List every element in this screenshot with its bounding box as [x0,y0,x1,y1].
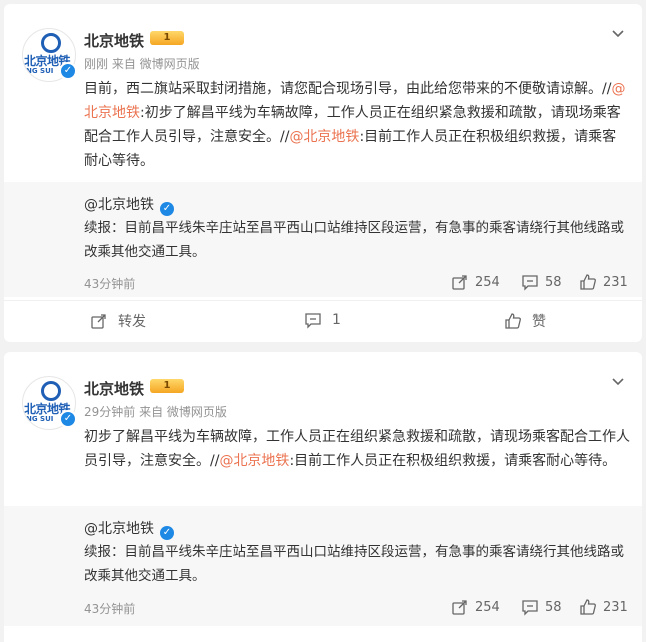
username[interactable]: 北京地铁 [84,378,144,399]
post-text: 初步了解昌平线为车辆故障，工作人员正在组织紧急救援和疏散，请现场乘客配合工作人员… [84,425,630,473]
forward-button[interactable]: 转发 [90,311,146,331]
chevron-down-icon[interactable] [608,24,628,44]
post-text: 目前，西二旗站采取封闭措施，请您配合现场引导，由此给您带来的不便敬请谅解。// @… [84,77,630,173]
verified-icon: ✓ [59,62,77,80]
verified-icon: ✓ [160,526,174,540]
mention-link[interactable]: @北京地铁 [289,129,359,145]
share-icon [452,275,467,290]
metro-logo-icon [41,33,61,53]
mention-link[interactable]: @北京地铁 [219,453,289,469]
comment-icon [522,275,538,291]
thumbs-up-icon [580,599,596,615]
repost-like-stat[interactable]: 231 [579,598,628,616]
username[interactable]: 北京地铁 [84,30,144,51]
avatar-logo-sub: NG SUI [26,67,54,75]
comment-count: 1 [332,312,341,328]
repost-time[interactable]: 43分钟前 [84,275,135,292]
share-count: 254 [475,599,500,615]
share-count: 254 [475,274,500,290]
forward-label: 转发 [118,314,146,330]
weibo-post-card: 北京地铁 NG SUI ✓ 北京地铁 1 刚刚 来自 微博网页版 目前，西二旗站… [4,4,642,342]
member-crown-icon[interactable]: 1 [150,379,184,393]
repost-block: @北京地铁 ✓ 续报：目前昌平线朱辛庄站至昌平西山口站维持区段运营，有急事的乘客请… [4,506,642,626]
post-text-segment: :目前工作人员正在积极组织救援，请乘客耐心等待。 [289,453,617,469]
like-count: 231 [603,274,628,290]
repost-user-name[interactable]: @北京地铁 [84,197,154,213]
comment-count: 58 [545,599,562,615]
repost-comment-stat[interactable]: 58 [521,598,562,616]
chevron-down-icon[interactable] [608,372,628,392]
repost-text: 续报：目前昌平线朱辛庄站至昌平西山口站维持区段运营，有急事的乘客请绕行其他线路或… [84,220,624,260]
repost-user[interactable]: @北京地铁 ✓ [84,518,174,540]
share-icon [91,314,106,329]
post-meta: 29分钟前 来自 微博网页版 [84,405,227,419]
share-icon [452,600,467,615]
comment-button[interactable]: 1 [304,311,341,329]
verified-icon: ✓ [59,410,77,428]
repost-comment-stat[interactable]: 58 [521,273,562,291]
post-meta: 刚刚 来自 微博网页版 [84,57,200,71]
repost-like-stat[interactable]: 231 [579,273,628,291]
verified-icon: ✓ [160,202,174,216]
thumbs-up-icon [505,313,521,329]
comment-count: 58 [545,274,562,290]
avatar-logo-sub: NG SUI [26,415,54,423]
like-count: 231 [603,599,628,615]
weibo-post-card: 北京地铁 NG SUI ✓ 北京地铁 1 29分钟前 来自 微博网页版 初步了解… [4,352,642,642]
like-label: 赞 [532,314,546,330]
comment-icon [522,600,538,616]
member-crown-icon[interactable]: 1 [150,31,184,45]
member-level: 1 [163,380,171,391]
like-button[interactable]: 赞 [504,311,546,331]
repost-share-stat[interactable]: 254 [451,273,500,291]
repost-user[interactable]: @北京地铁 ✓ [84,194,174,216]
post-toolbar: 转发 1 赞 [4,300,642,343]
comment-icon [305,313,321,329]
member-level: 1 [163,32,171,43]
post-text-segment: 目前，西二旗站采取封闭措施，请您配合现场引导，由此给您带来的不便敬请谅解。// [84,81,612,97]
repost-time[interactable]: 43分钟前 [84,600,135,617]
repost-text: 续报：目前昌平线朱辛庄站至昌平西山口站维持区段运营，有急事的乘客请绕行其他线路或… [84,544,624,584]
repost-block: @北京地铁 ✓ 续报：目前昌平线朱辛庄站至昌平西山口站维持区段运营，有急事的乘客请… [4,182,642,297]
metro-logo-icon [41,381,61,401]
thumbs-up-icon [580,274,596,290]
repost-share-stat[interactable]: 254 [451,598,500,616]
repost-user-name[interactable]: @北京地铁 [84,521,154,537]
